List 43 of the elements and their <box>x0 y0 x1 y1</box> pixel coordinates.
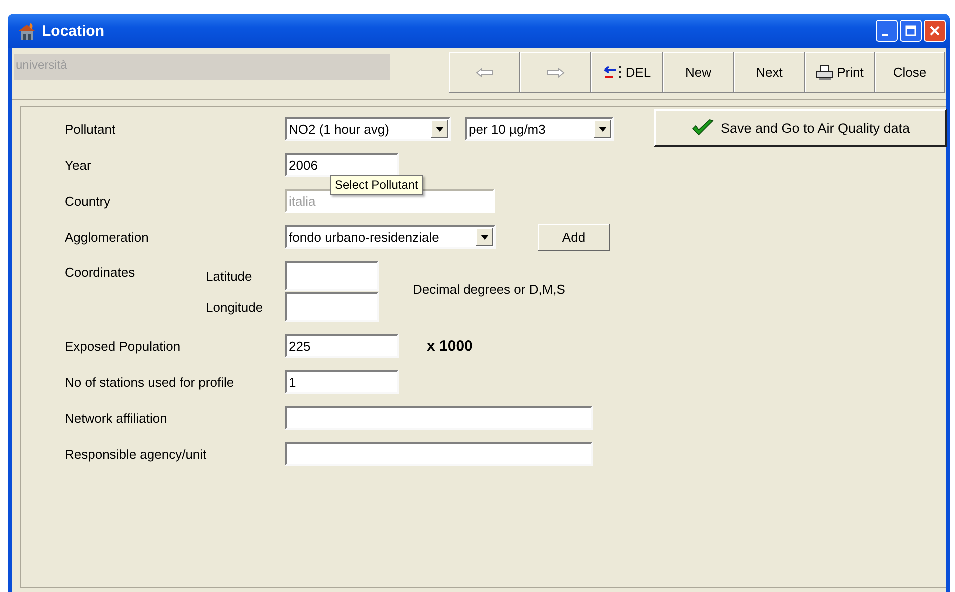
coordinate-field[interactable] <box>285 292 379 322</box>
maximize-icon <box>905 25 917 37</box>
toolbar-button[interactable]: Close <box>875 52 945 93</box>
field-label: Longitude <box>206 300 264 314</box>
window-title: Location <box>42 22 106 40</box>
toolbar-button[interactable]: Next <box>734 52 805 93</box>
text-field[interactable] <box>285 442 593 466</box>
check-icon <box>690 118 715 138</box>
field-label: Coordinates <box>65 264 136 280</box>
delete-icon <box>602 64 623 80</box>
field-label: Responsible agency/unit <box>65 446 208 462</box>
text-field[interactable]: 225 <box>285 334 399 358</box>
field-label: Exposed Population <box>65 338 182 354</box>
toolbar-button[interactable]: Print <box>805 52 875 93</box>
field-label: Country <box>65 194 112 208</box>
minimize-button[interactable] <box>876 20 898 42</box>
printer-icon <box>816 64 834 80</box>
coordinate-field[interactable] <box>285 261 379 291</box>
left-arrow-icon <box>476 68 494 78</box>
toolbar-button[interactable]: New <box>663 52 734 93</box>
maximize-button[interactable] <box>900 20 922 42</box>
toolbar-button[interactable]: DEL <box>591 52 663 93</box>
field-label: No of stations used for profile <box>65 374 236 390</box>
hint-text: Decimal degrees or D,M,S <box>413 282 566 297</box>
field-label: Network affiliation <box>65 410 168 426</box>
field-label: Pollutant <box>65 122 117 136</box>
tooltip: Select Pollutant <box>330 175 424 195</box>
unit-dropdown[interactable]: per 10 µg/m3 <box>465 117 614 141</box>
multiplier-label: x 1000 <box>427 338 473 354</box>
text-field[interactable]: 2006 <box>285 153 399 177</box>
minimize-icon <box>882 34 888 36</box>
field-label: Latitude <box>206 268 254 284</box>
text-field[interactable]: 1 <box>285 370 399 394</box>
field-label: Year <box>65 158 92 172</box>
close-button[interactable] <box>924 20 946 42</box>
add-button[interactable]: Add <box>538 224 610 250</box>
agglomeration-dropdown[interactable]: fondo urbano-residenziale <box>285 225 496 249</box>
pollutant-dropdown[interactable]: NO2 (1 hour avg) <box>285 117 451 141</box>
field-label: Agglomeration <box>65 230 150 244</box>
text-field[interactable] <box>285 406 593 430</box>
right-arrow-icon <box>546 68 564 78</box>
close-icon <box>929 25 941 37</box>
save-button[interactable]: Save and Go to Air Quality data <box>654 109 947 147</box>
